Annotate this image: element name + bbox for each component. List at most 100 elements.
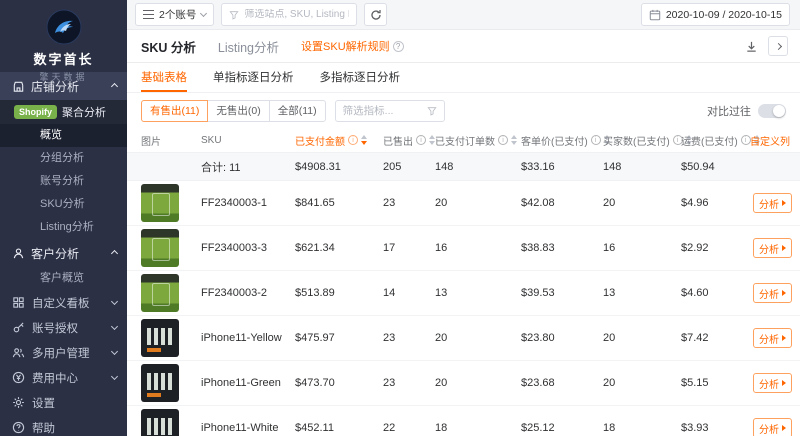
- store-icon: [12, 80, 25, 93]
- fee-icon: [12, 371, 25, 384]
- main-area: 2个账号 2020-10-09 / 2020-10-15: [127, 0, 800, 436]
- help-icon: [12, 421, 25, 434]
- cell-sku: FF2340003-2: [201, 287, 268, 299]
- filter-unsold-button[interactable]: 无售出(0): [207, 99, 270, 122]
- product-image: [141, 319, 179, 357]
- topbar: 2个账号 2020-10-09 / 2020-10-15: [127, 0, 800, 30]
- sidebar-group-customer[interactable]: 客户分析: [0, 239, 127, 267]
- metric-filter-placeholder: 筛选指标...: [342, 105, 394, 117]
- col-buyers[interactable]: 买家数(已支付): [603, 133, 692, 148]
- app-root: 数字首长 擎天数据 店铺分析 Shopify 聚合分析 概览 分组分析 账号分析…: [0, 0, 800, 436]
- caret-right-icon: [782, 335, 786, 341]
- sidebar-item-label: 设置: [32, 397, 55, 410]
- col-shipping[interactable]: 运费(已支付): [681, 133, 760, 148]
- info-icon[interactable]: [672, 135, 683, 145]
- sidebar-item-help[interactable]: 帮助: [0, 415, 127, 436]
- summary-paid-amount: $4908.31: [295, 160, 341, 173]
- refresh-icon: [371, 9, 381, 20]
- subtab-single-metric-daily[interactable]: 单指标逐日分析: [213, 63, 294, 92]
- info-icon[interactable]: [416, 135, 426, 145]
- sku-table: 图片 SKU 已支付金额 已售出 已支付订单数: [127, 128, 800, 436]
- product-image: [141, 184, 179, 222]
- col-paid-orders[interactable]: 已支付订单数: [435, 133, 521, 148]
- cell-sku: iPhone11-Green: [201, 377, 281, 389]
- site-filter-input[interactable]: [244, 9, 350, 20]
- summary-sold: 205: [383, 160, 402, 173]
- analyze-button[interactable]: 分析: [753, 283, 792, 303]
- sidebar-item-group-analysis[interactable]: 分组分析: [0, 147, 127, 170]
- brand-logo: [46, 9, 82, 45]
- sidebar-item-multi-user[interactable]: 多用户管理: [0, 340, 127, 365]
- col-custom[interactable]: 自定义列: [750, 133, 800, 148]
- sidebar-group-customer-label: 客户分析: [31, 246, 80, 261]
- sku-rule-link[interactable]: 设置SKU解析规则 ?: [301, 38, 404, 54]
- summary-row: 合计: 11 $4908.31 205 148 $33.16 148 $50.9…: [127, 153, 800, 181]
- sidebar-item-customer-overview[interactable]: 客户概览: [0, 267, 127, 290]
- analyze-button[interactable]: 分析: [753, 328, 792, 348]
- compare-past: 对比过往: [707, 103, 786, 119]
- product-image: [141, 229, 179, 267]
- analyze-button[interactable]: 分析: [753, 193, 792, 213]
- summary-unit-price: $33.16: [521, 160, 555, 173]
- content-card: SKU 分析 Listing分析 设置SKU解析规则 ? 基础表格 单指标逐日分…: [127, 30, 800, 436]
- col-image: 图片: [141, 136, 161, 148]
- sidebar-group-store-label: 店铺分析: [31, 79, 80, 94]
- chevron-down-icon: [110, 297, 119, 306]
- shopify-badge: Shopify: [14, 105, 57, 119]
- caret-right-icon: [782, 380, 786, 386]
- col-paid-amount[interactable]: 已支付金额: [295, 133, 383, 148]
- sidebar-item-account-analysis[interactable]: 账号分析: [0, 170, 127, 193]
- subtab-basic-table[interactable]: 基础表格: [141, 63, 187, 92]
- product-image: [141, 274, 179, 312]
- info-icon[interactable]: [498, 135, 508, 145]
- sidebar-item-custom-dashboard[interactable]: 自定义看板: [0, 290, 127, 315]
- table-row: FF2340003-2 $513.89 14 13 $39.53 13 $4.6…: [127, 271, 800, 316]
- phoenix-icon: [46, 9, 81, 45]
- sidebar-item-billing[interactable]: 费用中心: [0, 365, 127, 390]
- product-image: [141, 364, 179, 402]
- cell-sku: iPhone11-Yellow: [201, 332, 282, 344]
- caret-right-icon: [782, 245, 786, 251]
- tab-listing-analysis[interactable]: Listing分析: [218, 30, 279, 62]
- download-button[interactable]: [745, 40, 758, 53]
- tab-sku-analysis[interactable]: SKU 分析: [141, 30, 196, 62]
- users-icon: [12, 346, 25, 359]
- date-range-label: 2020-10-09 / 2020-10-15: [665, 8, 782, 21]
- refresh-button[interactable]: [364, 3, 388, 26]
- analyze-button[interactable]: 分析: [753, 418, 792, 436]
- table-header-row: 图片 SKU 已支付金额 已售出 已支付订单数: [127, 128, 800, 153]
- date-range-picker[interactable]: 2020-10-09 / 2020-10-15: [640, 3, 790, 26]
- aggregate-label: 聚合分析: [62, 107, 106, 119]
- sidebar-item-account-auth[interactable]: 账号授权: [0, 315, 127, 340]
- calendar-icon: [649, 9, 661, 21]
- chevron-right-icon: [774, 42, 782, 50]
- sidebar-item-aggregate[interactable]: Shopify 聚合分析: [0, 100, 127, 124]
- table-row: FF2340003-1 $841.65 23 20 $42.08 20 $4.9…: [127, 181, 800, 226]
- metric-filter-select[interactable]: 筛选指标...: [334, 99, 445, 122]
- expand-button[interactable]: [768, 36, 788, 56]
- analyze-button[interactable]: 分析: [753, 373, 792, 393]
- info-icon[interactable]: [590, 135, 601, 145]
- accounts-select[interactable]: 2个账号: [135, 3, 215, 26]
- summary-paid-orders: 148: [435, 160, 454, 173]
- sidebar-item-sku-analysis[interactable]: SKU分析: [0, 193, 127, 216]
- sidebar-item-label: 帮助: [32, 422, 55, 435]
- analyze-button[interactable]: 分析: [753, 238, 792, 258]
- col-sold[interactable]: 已售出: [383, 133, 435, 148]
- help-icon[interactable]: ?: [392, 40, 404, 52]
- filter-all-button[interactable]: 全部(11): [268, 99, 326, 122]
- sidebar-item-listing-analysis[interactable]: Listing分析: [0, 216, 127, 239]
- sidebar-item-overview[interactable]: 概览: [0, 124, 127, 147]
- caret-right-icon: [782, 200, 786, 206]
- col-unit-price[interactable]: 客单价(已支付): [521, 133, 610, 148]
- funnel-icon: [427, 106, 437, 116]
- funnel-icon: [229, 10, 239, 20]
- info-icon[interactable]: [348, 135, 358, 145]
- dashboard-icon: [12, 296, 25, 309]
- filter-sold-button[interactable]: 有售出(11): [141, 99, 209, 122]
- info-icon[interactable]: [740, 135, 751, 145]
- subtab-multi-metric-daily[interactable]: 多指标逐日分析: [320, 63, 401, 92]
- compare-past-toggle[interactable]: [758, 103, 786, 118]
- sidebar-item-settings[interactable]: 设置: [0, 390, 127, 415]
- filter-row: 有售出(11) 无售出(0) 全部(11) 筛选指标... 对比过往: [127, 93, 800, 128]
